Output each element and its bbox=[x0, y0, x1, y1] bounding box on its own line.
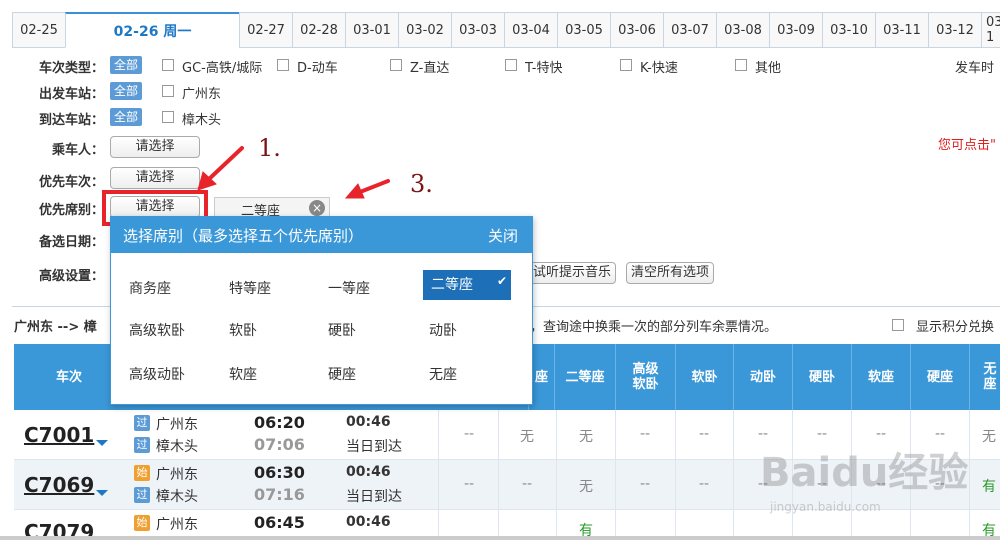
duration: 00:46 bbox=[346, 514, 391, 530]
show-points-label: 显示积分兑换 bbox=[916, 320, 995, 335]
header-premium-soft-sleeper: 高级 软卧 bbox=[615, 344, 675, 410]
popup-close-button[interactable]: 关闭 bbox=[488, 225, 518, 246]
arrive-time: 07:16 bbox=[254, 485, 305, 504]
seat-option-soft-seat[interactable]: 软座 bbox=[229, 364, 257, 384]
watermark-logo: Baidu经验 bbox=[760, 450, 969, 496]
chevron-down-icon[interactable] bbox=[96, 490, 108, 496]
depart-time: 06:20 bbox=[254, 413, 305, 432]
checkbox[interactable] bbox=[892, 319, 904, 331]
header-hard-sleeper: 硬卧 bbox=[792, 344, 851, 410]
pass-icon: 过 bbox=[134, 487, 150, 503]
arrival-note: 当日到达 bbox=[346, 489, 402, 505]
to-station: 樟木头 bbox=[156, 489, 198, 505]
seat-cell[interactable]: 有 bbox=[970, 476, 1000, 496]
arrive-time: 07:06 bbox=[254, 435, 305, 454]
duration: 00:46 bbox=[346, 414, 391, 430]
train-code[interactable]: C7001 bbox=[24, 423, 94, 447]
seat-option-premium-soft-sleeper[interactable]: 高级软卧 bbox=[129, 320, 185, 340]
pass-icon: 过 bbox=[134, 415, 150, 431]
pass-icon: 过 bbox=[134, 437, 150, 453]
popup-header: 选择席别（最多选择五个优先席别） 关闭 bbox=[111, 217, 532, 253]
route-title: 广州东 --> 樟 bbox=[14, 320, 97, 335]
start-icon: 始 bbox=[134, 465, 150, 481]
popup-title: 选择席别（最多选择五个优先席别） bbox=[123, 227, 364, 245]
grid-line bbox=[733, 410, 734, 540]
from-station: 广州东 bbox=[156, 417, 198, 433]
check-icon: ✔ bbox=[496, 274, 507, 288]
seat-cell: -- bbox=[639, 426, 651, 442]
seat-cell: 无 bbox=[982, 429, 996, 445]
chevron-down-icon[interactable] bbox=[96, 440, 108, 446]
seat-option-emu-sleeper[interactable]: 动卧 bbox=[429, 320, 457, 340]
from-station: 广州东 bbox=[156, 517, 198, 533]
seat-option-second-selected[interactable]: 二等座 ✔ bbox=[423, 270, 511, 300]
grid-line bbox=[615, 410, 616, 540]
seat-cell: 无 bbox=[579, 429, 593, 445]
grid-line bbox=[438, 410, 439, 540]
seat-option-hard-sleeper[interactable]: 硬卧 bbox=[328, 320, 356, 340]
seat-cell: -- bbox=[463, 476, 475, 492]
header-soft-seat: 软座 bbox=[851, 344, 910, 410]
route-desc: ，查询途中换乘一次的部分列车余票情况。 bbox=[530, 320, 778, 335]
grid-line bbox=[556, 410, 557, 540]
depart-time: 06:30 bbox=[254, 463, 305, 482]
seat-cell: 无 bbox=[520, 429, 534, 445]
header-soft-sleeper: 软卧 bbox=[675, 344, 733, 410]
seat-cell: -- bbox=[521, 476, 533, 492]
grid-line bbox=[498, 410, 499, 540]
header-no-seat: 无座 bbox=[969, 344, 1000, 410]
seat-option-premium-emu-sleeper[interactable]: 高级动卧 bbox=[129, 364, 185, 384]
seat-select-popup: 选择席别（最多选择五个优先席别） 关闭 商务座 特等座 一等座 二等座 ✔ 高级… bbox=[110, 216, 533, 405]
seat-option-hard-seat[interactable]: 硬座 bbox=[328, 364, 356, 384]
seat-option-business[interactable]: 商务座 bbox=[129, 278, 171, 298]
train-code[interactable]: C7069 bbox=[24, 473, 94, 497]
from-station: 广州东 bbox=[156, 467, 198, 483]
header-train: 车次 bbox=[55, 369, 82, 385]
watermark-url: jingyan.baidu.com bbox=[770, 500, 881, 514]
seat-option-label: 二等座 bbox=[431, 277, 473, 293]
seat-option-soft-sleeper[interactable]: 软卧 bbox=[229, 320, 257, 340]
seat-option-premium[interactable]: 特等座 bbox=[229, 278, 271, 298]
scrollbar[interactable] bbox=[0, 536, 1000, 540]
grid-line bbox=[675, 410, 676, 540]
seat-option-first[interactable]: 一等座 bbox=[328, 278, 370, 298]
seat-cell: -- bbox=[463, 426, 475, 442]
seat-cell: -- bbox=[698, 426, 710, 442]
header-second-class: 二等座 bbox=[554, 344, 615, 410]
header-emu-sleeper: 动卧 bbox=[733, 344, 792, 410]
header-hard-seat: 硬座 bbox=[910, 344, 969, 410]
seat-option-no-seat[interactable]: 无座 bbox=[429, 364, 457, 384]
arrival-note: 当日到达 bbox=[346, 439, 402, 455]
duration: 00:46 bbox=[346, 464, 391, 480]
grid-line bbox=[969, 410, 970, 540]
seat-cell: -- bbox=[698, 476, 710, 492]
start-icon: 始 bbox=[134, 515, 150, 531]
to-station: 樟木头 bbox=[156, 439, 198, 455]
seat-cell: 无 bbox=[579, 479, 593, 495]
seat-cell: -- bbox=[639, 476, 651, 492]
depart-time: 06:45 bbox=[254, 513, 305, 532]
